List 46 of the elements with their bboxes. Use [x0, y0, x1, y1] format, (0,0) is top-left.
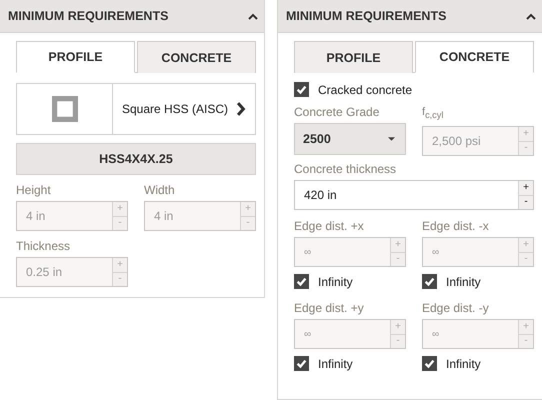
- panel-title: MINIMUM REQUIREMENTS: [286, 9, 446, 23]
- decrement-button[interactable]: -: [519, 194, 533, 210]
- field-value: 420 in: [303, 187, 338, 204]
- tab[interactable]: PROFILE: [16, 41, 135, 73]
- checkbox-label: Infinity: [318, 274, 353, 289]
- field-label: f$_{c,cyl}$: [422, 105, 444, 122]
- tab[interactable]: CONCRETE: [415, 41, 534, 73]
- dropdown-value: 2500: [303, 132, 331, 146]
- field-value: 4 in: [25, 208, 46, 225]
- panel-header[interactable]: MINIMUM REQUIREMENTS: [0, 0, 264, 33]
- square-tube-icon: [52, 96, 78, 122]
- profile-type-label: Square HSS (AISC): [122, 102, 228, 116]
- field-value: 2,500 psi: [431, 133, 482, 150]
- profile-selector[interactable]: Square HSS (AISC): [16, 83, 256, 135]
- tab[interactable]: CONCRETE: [137, 41, 256, 73]
- field-label: Edge dist. -y: [422, 301, 490, 316]
- field-label: Width: [144, 183, 176, 198]
- field-value: ∞: [431, 246, 440, 260]
- grade-dropdown[interactable]: 2500: [294, 123, 406, 155]
- field-label: Edge dist. +x: [294, 219, 365, 234]
- field-label: Edge dist. -x: [422, 219, 490, 234]
- checkbox-label: Cracked concrete: [318, 82, 412, 96]
- field-value: ∞: [303, 328, 312, 342]
- panel-header[interactable]: MINIMUM REQUIREMENTS: [278, 0, 542, 33]
- checkbox[interactable]: [294, 82, 309, 97]
- field-value: ∞: [431, 328, 440, 342]
- field-label: Edge dist. +y: [294, 301, 365, 316]
- field-value: ∞: [303, 246, 312, 260]
- caret-icon: [388, 137, 395, 141]
- number-field[interactable]: 420 in + -: [294, 180, 534, 210]
- checkbox-label: Infinity: [446, 356, 481, 371]
- increment-button[interactable]: +: [519, 181, 533, 195]
- collapse-icon[interactable]: [526, 12, 536, 20]
- checkbox-label: Infinity: [318, 356, 353, 371]
- tab[interactable]: PROFILE: [294, 41, 413, 73]
- field-label: Thickness: [16, 239, 72, 254]
- field-value: 0.25 in: [25, 264, 64, 281]
- field-label: Height: [16, 183, 52, 198]
- panel-title: MINIMUM REQUIREMENTS: [8, 9, 168, 23]
- collapse-icon[interactable]: [248, 12, 258, 20]
- section-button[interactable]: HSS4X4X.25: [16, 143, 256, 175]
- field-label: Concrete thickness: [294, 162, 398, 178]
- checkbox-label: Infinity: [446, 274, 481, 289]
- chevron-right-icon: [236, 102, 246, 116]
- field-label: Concrete Grade: [294, 105, 380, 120]
- field-value: 4 in: [153, 208, 174, 225]
